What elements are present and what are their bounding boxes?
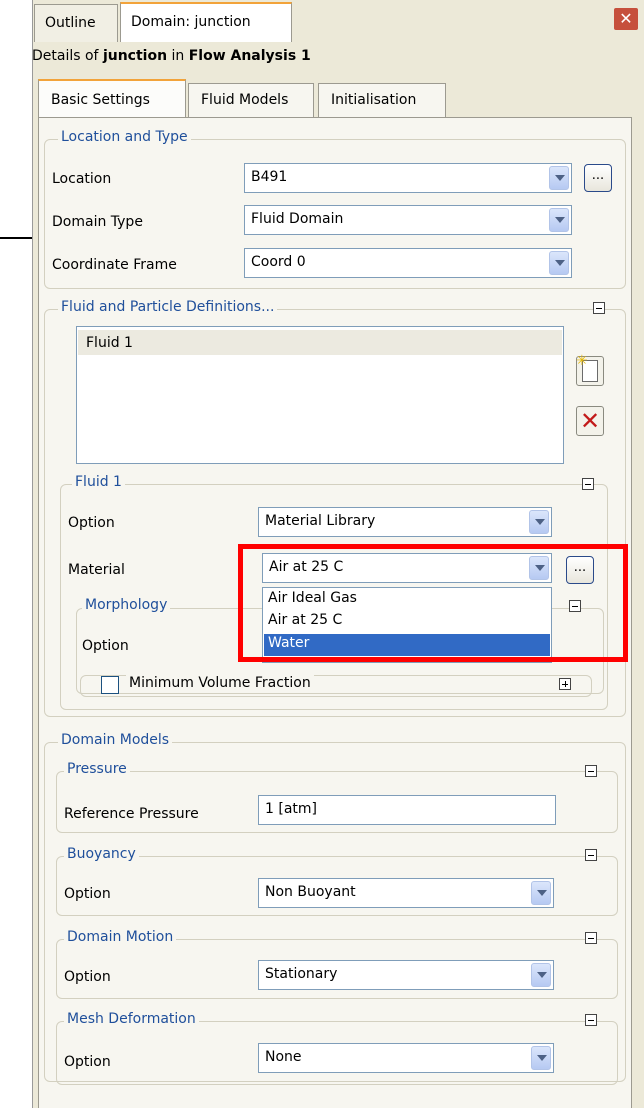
- chevron-down-icon[interactable]: [549, 251, 569, 275]
- morphology-title: Morphology: [82, 597, 171, 613]
- domain-motion-value: Stationary: [265, 966, 338, 982]
- new-fluid-button[interactable]: [576, 353, 604, 386]
- mesh-deformation-select[interactable]: None: [258, 1043, 554, 1073]
- material-label: Material: [68, 562, 125, 578]
- min-volume-fraction-checkbox[interactable]: [101, 676, 119, 694]
- list-item[interactable]: Fluid 1: [78, 330, 562, 355]
- collapse-icon[interactable]: [585, 932, 597, 944]
- tab-fluid-models-label: Fluid Models: [201, 92, 289, 108]
- min-volume-fraction-label: Minimum Volume Fraction: [126, 675, 314, 691]
- chevron-down-icon[interactable]: [531, 881, 551, 905]
- domain-type-select[interactable]: Fluid Domain: [244, 205, 572, 235]
- fluid1-title: Fluid 1: [72, 474, 125, 490]
- reference-pressure-input[interactable]: 1 [atm]: [258, 795, 556, 825]
- buoyancy-option-label: Option: [64, 886, 111, 902]
- tab-domain-label: Domain: junction: [131, 14, 251, 30]
- tab-basic-settings[interactable]: Basic Settings: [38, 79, 186, 119]
- morphology-option-label: Option: [82, 638, 129, 654]
- close-icon[interactable]: ✕: [614, 8, 638, 30]
- domain-models-title: Domain Models: [58, 732, 173, 748]
- details-analysis: Flow Analysis 1: [188, 48, 311, 64]
- buoyancy-value: Non Buoyant: [265, 884, 356, 900]
- location-type-title: Location and Type: [58, 129, 191, 145]
- domain-motion-option-label: Option: [64, 969, 111, 985]
- buoyancy-title: Buoyancy: [64, 846, 139, 862]
- chevron-down-icon[interactable]: [549, 166, 569, 190]
- collapse-icon[interactable]: [582, 478, 594, 490]
- details-middle: in: [167, 48, 189, 64]
- details-prefix: Details of: [32, 48, 103, 64]
- tab-initialisation[interactable]: Initialisation: [318, 83, 446, 117]
- location-select[interactable]: B491: [244, 163, 572, 193]
- tab-outline-label: Outline: [45, 15, 96, 31]
- fluid1-option-select[interactable]: Material Library: [258, 507, 552, 537]
- reference-pressure-label: Reference Pressure: [64, 806, 199, 822]
- coordinate-frame-value: Coord 0: [251, 254, 306, 270]
- tab-fluid-models[interactable]: Fluid Models: [188, 83, 314, 117]
- domain-motion-title: Domain Motion: [64, 929, 177, 945]
- tab-initialisation-label: Initialisation: [331, 92, 417, 108]
- tab-domain-junction[interactable]: Domain: junction: [120, 2, 292, 42]
- coordinate-frame-select[interactable]: Coord 0: [244, 248, 572, 278]
- mesh-deformation-title: Mesh Deformation: [64, 1011, 199, 1027]
- annotation-highlight-box: [238, 544, 628, 662]
- chevron-down-icon[interactable]: [531, 963, 551, 987]
- details-heading: Details of junction in Flow Analysis 1: [32, 48, 311, 64]
- chevron-down-icon[interactable]: [529, 510, 549, 534]
- fluid1-option-value: Material Library: [265, 513, 376, 529]
- location-browse-button[interactable]: ...: [584, 164, 612, 192]
- mesh-deformation-value: None: [265, 1049, 302, 1065]
- tab-basic-settings-label: Basic Settings: [51, 92, 150, 108]
- collapse-icon[interactable]: [585, 1014, 597, 1026]
- pressure-title: Pressure: [64, 761, 130, 777]
- buoyancy-select[interactable]: Non Buoyant: [258, 878, 554, 908]
- collapse-icon[interactable]: [585, 765, 597, 777]
- fluid-definitions-title: Fluid and Particle Definitions...: [58, 299, 278, 315]
- expand-icon[interactable]: [559, 678, 571, 690]
- new-document-icon: [576, 353, 598, 382]
- annotation-line: [0, 237, 34, 239]
- fluid1-option-label: Option: [68, 515, 115, 531]
- fluid-list[interactable]: Fluid 1: [76, 326, 564, 464]
- location-label: Location: [52, 171, 112, 187]
- domain-type-value: Fluid Domain: [251, 211, 344, 227]
- location-value: B491: [251, 169, 288, 185]
- details-object: junction: [102, 48, 168, 64]
- reference-pressure-value: 1 [atm]: [265, 801, 317, 817]
- collapse-icon[interactable]: [593, 302, 605, 314]
- coordinate-frame-label: Coordinate Frame: [52, 257, 177, 273]
- chevron-down-icon[interactable]: [549, 208, 569, 232]
- chevron-down-icon[interactable]: [531, 1046, 551, 1070]
- domain-type-label: Domain Type: [52, 214, 143, 230]
- collapse-icon[interactable]: [585, 849, 597, 861]
- tab-outline[interactable]: Outline: [34, 4, 118, 42]
- delete-fluid-button[interactable]: ✕: [576, 406, 604, 436]
- mesh-deformation-option-label: Option: [64, 1054, 111, 1070]
- domain-motion-select[interactable]: Stationary: [258, 960, 554, 990]
- delete-icon: ✕: [580, 407, 601, 435]
